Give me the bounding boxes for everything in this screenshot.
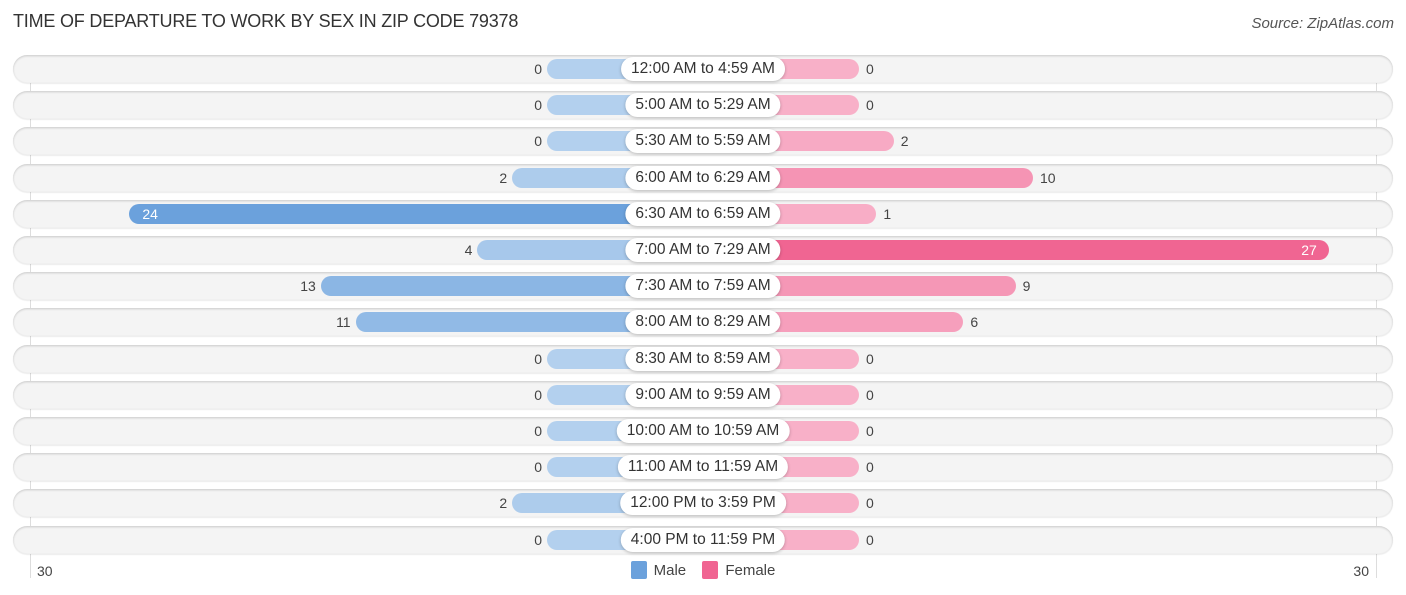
value-label-male: 24 [142, 205, 158, 222]
value-label-male: 0 [534, 423, 542, 439]
value-label-male: 0 [534, 531, 542, 548]
category-label: 12:00 AM to 4:59 AM [621, 57, 785, 81]
category-label: 8:30 AM to 8:59 AM [625, 346, 781, 371]
category-label: 7:30 AM to 7:59 AM [625, 274, 781, 299]
value-label-female: 0 [866, 495, 874, 512]
value-label-female: 0 [866, 97, 874, 114]
value-label-male: 2 [499, 169, 508, 186]
category-label: 8:00 AM to 8:29 AM [625, 310, 781, 335]
value-label-male: 2 [499, 495, 508, 512]
value-label-male: 0 [534, 350, 542, 367]
category-label: 9:00 AM to 9:59 AM [625, 382, 781, 407]
value-label-female: 0 [866, 386, 874, 403]
value-label-female: 0 [866, 423, 874, 439]
chart-area: 0 0 12:00 AM to 4:59 AM 0 0 5:00 AM to 5:29 A… [0, 0, 1406, 595]
category-label: 5:30 AM to 5:59 AM [625, 129, 781, 154]
value-label-male: 4 [464, 242, 473, 258]
category-label: 6:00 AM to 6:29 AM [625, 165, 781, 190]
legend-item-male[interactable]: Male [630, 561, 687, 579]
value-label-female: 0 [866, 459, 874, 476]
legend-label-female: Female [725, 561, 776, 579]
value-label-female: 0 [866, 531, 874, 548]
legend-label-male: Male [653, 561, 687, 579]
value-label-female: 27 [1301, 242, 1317, 258]
value-label-male: 0 [534, 386, 542, 403]
category-label: 11:00 AM to 11:59 AM [617, 455, 789, 480]
legend-swatch-female [702, 561, 719, 579]
value-label-female: 0 [866, 61, 874, 77]
value-label-male: 0 [534, 97, 542, 114]
legend-item-female[interactable]: Female [702, 561, 775, 579]
value-label-male: 0 [534, 459, 542, 476]
legend: Male Female [0, 561, 1406, 583]
category-label: 6:30 AM to 6:59 AM [625, 201, 781, 226]
value-label-female: 1 [883, 205, 892, 222]
value-label-male: 0 [534, 61, 542, 77]
value-label-male: 0 [534, 133, 542, 150]
value-label-male: 11 [336, 314, 351, 331]
value-label-female: 2 [900, 133, 909, 150]
bar-male[interactable] [129, 203, 703, 224]
value-label-female: 10 [1040, 169, 1056, 186]
bar-female[interactable] [703, 240, 1329, 260]
legend-swatch-male [630, 561, 647, 579]
value-label-female: 0 [866, 350, 874, 367]
category-label: 10:00 AM to 10:59 AM [616, 419, 790, 443]
category-label: 4:00 PM to 11:59 PM [620, 527, 786, 552]
category-label: 5:00 AM to 5:29 AM [625, 93, 781, 118]
value-label-female: 6 [970, 314, 979, 331]
category-label: 12:00 PM to 3:59 PM [620, 491, 786, 516]
value-label-female: 9 [1022, 278, 1031, 295]
value-label-male: 13 [300, 278, 316, 295]
category-label: 7:00 AM to 7:29 AM [625, 238, 781, 262]
